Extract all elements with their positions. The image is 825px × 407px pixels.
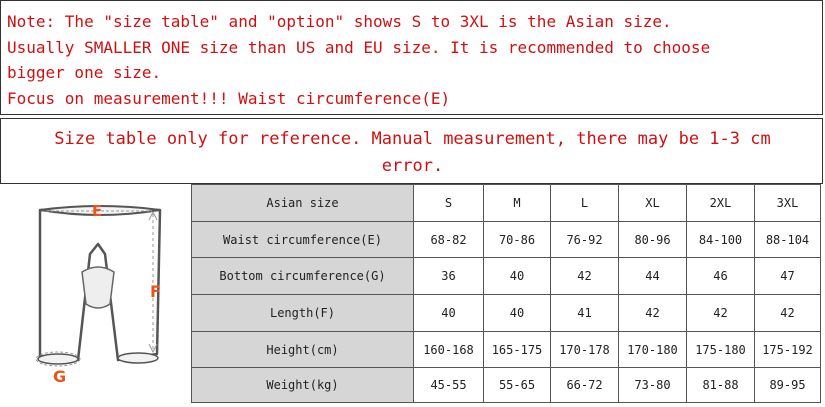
table-row-bottom: Bottom circumference(G) 36 40 42 44 46 4… [191,257,821,295]
note-line-4: Focus on measurement!!! Waist circumfere… [7,89,451,108]
table-cell: 89-95 [754,367,821,403]
table-cell: 76-92 [550,221,619,258]
row-label-length: Length(F) [191,294,414,332]
size-s-header: S [413,184,484,222]
table-cell: 70-86 [483,221,551,258]
table-cell: 84-100 [686,221,755,258]
table-row-height: Height(cm) 160-168 165-175 170-178 170-1… [191,331,821,368]
table-cell: 44 [618,257,687,295]
table-cell: 55-65 [483,367,551,403]
shorts-illustration: E F G [0,184,191,403]
table-cell: 42 [550,257,619,295]
row-label-height: Height(cm) [191,331,414,368]
size-header-row: Asian size S M L XL 2XL 3XL [191,184,821,222]
table-cell: 80-96 [618,221,687,258]
size-3xl-header: 3XL [754,184,821,222]
table-cell: 42 [618,294,687,332]
row-label-bottom: Bottom circumference(G) [191,257,414,295]
left-cuff [37,353,79,365]
row-label-waist: Waist circumference(E) [191,221,414,258]
table-cell: 175-180 [686,331,755,368]
right-cuff [117,352,159,364]
table-cell: 40 [413,294,484,332]
table-cell: 42 [754,294,821,332]
label-g: G [53,367,66,386]
table-cell: 47 [754,257,821,295]
table-cell: 68-82 [413,221,484,258]
reference-note-box: Size table only for reference. Manual me… [0,118,823,184]
table-cell: 41 [550,294,619,332]
note-line-3: bigger one size. [7,63,162,82]
note-line-2: Usually SMALLER ONE size than US and EU … [7,38,711,57]
row-label-weight: Weight(kg) [191,367,414,403]
table-cell: 160-168 [413,331,484,368]
shorts-diagram-icon: E F G [35,202,162,386]
table-cell: 88-104 [754,221,821,258]
table-cell: 42 [686,294,755,332]
asian-size-header: Asian size [191,184,414,222]
table-row-length: Length(F) 40 40 41 42 42 42 [191,294,821,332]
size-2xl-header: 2XL [686,184,755,222]
table-cell: 36 [413,257,484,295]
table-cell: 165-175 [483,331,551,368]
label-e: E [92,202,102,220]
table-cell: 40 [483,257,551,295]
table-cell: 73-80 [618,367,687,403]
note-line-1: Note: The "size table" and "option" show… [7,12,672,31]
size-l-header: L [550,184,619,222]
table-cell: 45-55 [413,367,484,403]
table-cell: 66-72 [550,367,619,403]
label-f: F [150,282,161,301]
table-cell: 81-88 [686,367,755,403]
table-cell: 175-192 [754,331,821,368]
size-xl-header: XL [618,184,687,222]
seat-pad [81,266,115,309]
size-table: Asian size S M L XL 2XL 3XL Waist circum… [191,184,821,403]
table-row-weight: Weight(kg) 45-55 55-65 66-72 73-80 81-88… [191,367,821,403]
table-row-waist: Waist circumference(E) 68-82 70-86 76-92… [191,221,821,258]
size-m-header: M [483,184,551,222]
table-cell: 46 [686,257,755,295]
size-note-box: Note: The "size table" and "option" show… [0,0,823,115]
table-cell: 170-178 [550,331,619,368]
reference-line-2: error. [381,156,444,176]
table-cell: 170-180 [618,331,687,368]
reference-line-1: Size table only for reference. Manual me… [54,129,771,149]
table-cell: 40 [483,294,551,332]
